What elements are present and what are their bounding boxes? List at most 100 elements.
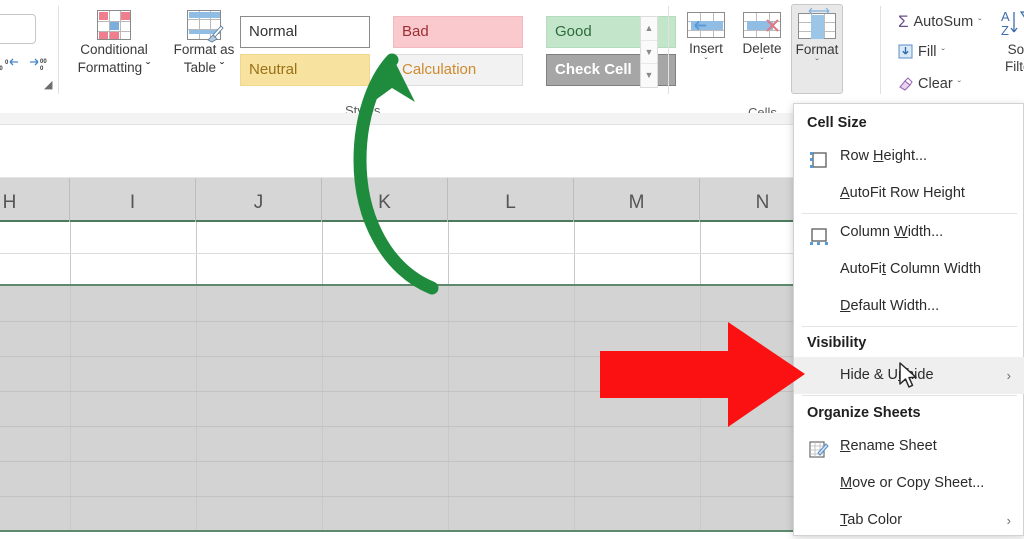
rename-sheet-icon: [809, 437, 829, 458]
menu-header-visibility: Visibility: [807, 335, 867, 351]
menu-label-autofit-col-pre: AutoFi: [840, 261, 882, 277]
menu-item-hide-and-unhide[interactable]: Hide & Unhide ›: [794, 357, 1024, 394]
number-format-combo[interactable]: ▾: [0, 14, 36, 44]
menu-label-autofit-row-post: utoFit Row Height: [849, 185, 965, 201]
insert-label: Insert: [689, 41, 723, 56]
accel-key: D: [840, 298, 851, 314]
style-neutral[interactable]: Neutral: [240, 54, 370, 86]
chevron-down-icon: ˇ: [957, 80, 961, 91]
chevron-right-icon: ›: [1006, 368, 1011, 383]
fat-label2-text: Table: [183, 60, 216, 75]
dialog-launcher-icon[interactable]: ◢: [44, 78, 52, 91]
accel-key: M: [840, 475, 853, 491]
menu-label-hide-unhide-post: hide: [906, 367, 934, 383]
menu-label-row-height-post: eight...: [883, 148, 928, 164]
conditional-formatting-icon: [97, 10, 131, 40]
chevron-right-icon: ›: [1006, 513, 1011, 528]
svg-text:00: 00: [0, 66, 3, 72]
styles-scroll-down-button[interactable]: ▼: [641, 40, 657, 63]
svg-text:0: 0: [5, 60, 9, 66]
menu-item-autofit-row-height[interactable]: AutoFit Row Height: [794, 175, 1024, 212]
menu-item-column-width[interactable]: Column Width...: [794, 214, 1024, 251]
accel-key: n: [898, 367, 907, 383]
conditional-formatting-button[interactable]: Conditional Formatting ˇ: [68, 6, 160, 94]
format-button[interactable]: Format ˇ: [791, 4, 843, 94]
format-label: Format: [795, 42, 839, 57]
cf-label2-text: Formatting: [77, 60, 143, 75]
styles-scroll-up-button[interactable]: ▲: [641, 17, 657, 40]
eraser-icon: [898, 76, 913, 91]
group-divider: [58, 6, 59, 94]
styles-gallery-scrollbar[interactable]: ▲ ▼ ▼: [640, 16, 658, 88]
accel-key: H: [873, 148, 884, 164]
menu-item-tab-color[interactable]: Tab Color ›: [794, 502, 1024, 539]
column-header-J[interactable]: J: [196, 178, 322, 222]
insert-cells-icon: [687, 12, 725, 38]
conditional-formatting-label-line1: Conditional: [80, 42, 148, 57]
group-divider: [668, 6, 669, 94]
format-as-table-label-line1: Format as: [173, 42, 235, 57]
menu-item-rename-sheet[interactable]: Rename Sheet: [794, 428, 1024, 465]
menu-item-autofit-column-width[interactable]: AutoFit Column Width: [794, 251, 1024, 288]
accel-key: W: [894, 224, 908, 240]
chevron-down-icon: ˇ: [978, 18, 982, 29]
menu-header-cell-size: Cell Size: [807, 115, 867, 131]
accel-key: R: [840, 438, 851, 454]
column-header-I[interactable]: I: [70, 178, 196, 222]
delete-cells-icon: [743, 12, 781, 38]
clear-label: Clear: [918, 76, 953, 92]
column-header-M[interactable]: M: [574, 178, 700, 222]
format-cells-icon: [798, 7, 836, 39]
increase-decimal-icon[interactable]: 00 0: [28, 56, 54, 74]
style-normal[interactable]: Normal: [240, 16, 370, 48]
style-calculation[interactable]: Calculation: [393, 54, 523, 86]
svg-text:Z: Z: [1001, 23, 1009, 38]
menu-item-default-width[interactable]: Default Width...: [794, 288, 1024, 325]
sort-and-filter-button[interactable]: A Z Sort Filter: [990, 8, 1024, 75]
svg-text:00: 00: [40, 59, 47, 65]
sort-filter-icon: A Z: [990, 8, 1024, 41]
column-width-icon: [809, 223, 829, 245]
decrease-decimal-icon[interactable]: 0 00 0: [0, 56, 22, 74]
format-as-table-button[interactable]: Format as Table ˇ: [158, 6, 250, 94]
clear-button[interactable]: Clear ˇ: [898, 76, 961, 92]
menu-label-tab-color-post: ab Color: [847, 512, 903, 528]
chevron-down-icon: ˇ: [760, 57, 764, 68]
fill-label: Fill: [918, 44, 937, 60]
cell-styles-gallery[interactable]: Normal Bad Good Neutral Calculation Chec…: [240, 16, 676, 88]
format-dropdown-menu[interactable]: Cell Size Row Height... AutoFit Row Heig…: [793, 103, 1024, 536]
row-height-icon: [809, 147, 829, 168]
column-header-K[interactable]: K: [322, 178, 448, 222]
fill-button[interactable]: Fill ˇ: [898, 44, 945, 60]
menu-label-row-height: Row: [840, 148, 874, 164]
styles-more-button[interactable]: ▼: [641, 63, 657, 86]
autosum-label: AutoSum: [913, 14, 974, 30]
autosum-button[interactable]: Σ AutoSum ˇ: [898, 12, 982, 32]
column-header-L[interactable]: L: [448, 178, 574, 222]
menu-label-default-width-post: efault Width...: [850, 298, 940, 314]
menu-separator: [802, 326, 1017, 327]
filter-label: Filter: [1005, 59, 1024, 74]
column-header-H[interactable]: H: [0, 178, 70, 222]
fill-down-icon: [898, 44, 913, 59]
menu-label-rename-post: ename Sheet: [850, 438, 937, 454]
menu-separator: [802, 395, 1017, 396]
brush-icon: [207, 25, 224, 43]
menu-label-autofit-col-post: Column Width: [885, 261, 982, 277]
sigma-icon: Σ: [898, 12, 909, 31]
chevron-down-icon: ˇ: [219, 60, 225, 75]
menu-header-organize-sheets: Organize Sheets: [807, 405, 921, 421]
group-divider: [880, 6, 881, 94]
delete-cells-button[interactable]: Delete ˇ: [736, 4, 788, 94]
insert-cells-button[interactable]: Insert ˇ: [680, 4, 732, 94]
chevron-down-icon: ˇ: [145, 60, 151, 75]
menu-item-move-or-copy-sheet[interactable]: Move or Copy Sheet...: [794, 465, 1024, 502]
svg-text:A: A: [1001, 9, 1010, 24]
style-bad[interactable]: Bad: [393, 16, 523, 48]
menu-label-column-width-pre: Column: [840, 224, 894, 240]
format-as-table-icon: [187, 10, 224, 43]
menu-label-move-copy-post: ove or Copy Sheet...: [852, 475, 985, 491]
svg-text:0: 0: [40, 66, 44, 72]
conditional-formatting-label-line2: Formatting ˇ: [68, 60, 160, 76]
menu-item-row-height[interactable]: Row Height...: [794, 138, 1024, 175]
